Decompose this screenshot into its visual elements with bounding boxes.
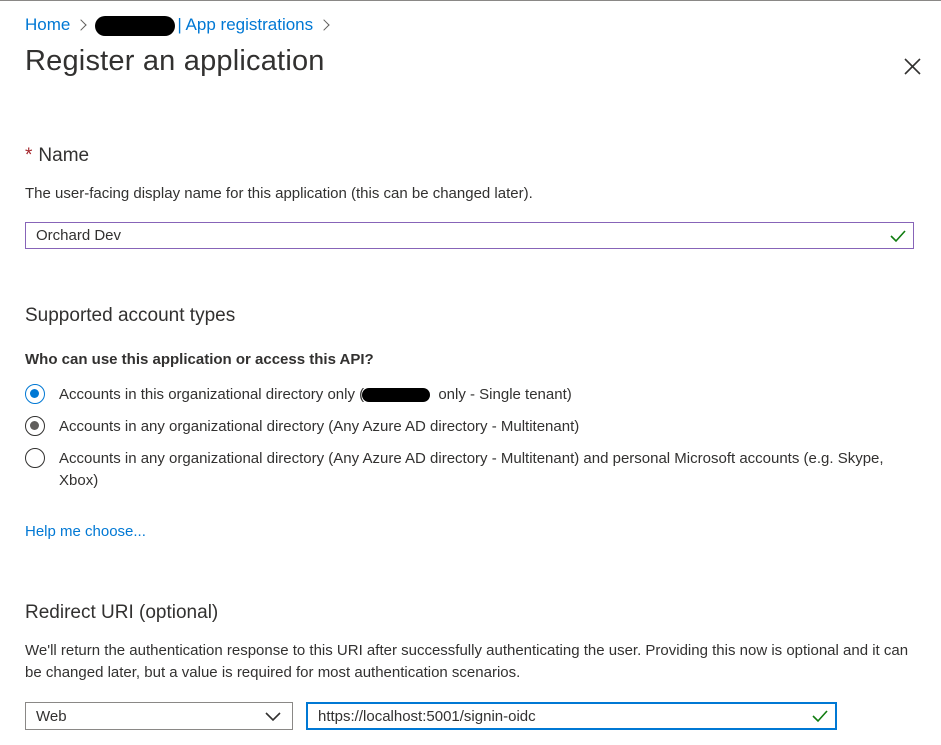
name-field-container	[25, 222, 914, 249]
top-border	[0, 0, 941, 1]
redirect-uri-description: We'll return the authentication response…	[25, 642, 909, 681]
account-option-label: Accounts in any organizational directory…	[59, 450, 884, 489]
name-input[interactable]	[26, 223, 889, 248]
account-option-label-start: Accounts in this organizational director…	[59, 386, 365, 403]
chevron-down-icon	[265, 712, 281, 722]
account-types-heading: Supported account types	[25, 305, 236, 326]
radio-button-hover[interactable]	[25, 416, 45, 436]
account-option-single-tenant[interactable]: Accounts in this organizational director…	[25, 384, 909, 406]
redacted-directory-name	[362, 388, 431, 403]
required-marker: *	[25, 145, 33, 166]
close-icon	[904, 58, 921, 75]
page-title: Register an application	[25, 45, 325, 77]
name-heading: * Name	[25, 145, 89, 167]
redirect-uri-input[interactable]	[308, 704, 811, 728]
chevron-right-icon	[318, 19, 330, 31]
close-button[interactable]	[900, 54, 926, 80]
checkmark-icon	[812, 710, 828, 723]
breadcrumb-app-registrations[interactable]: | App registrations	[177, 15, 313, 35]
breadcrumb: Home | App registrations	[25, 14, 338, 36]
account-option-label: Accounts in this organizational director…	[59, 384, 909, 406]
chevron-right-icon	[75, 19, 88, 31]
name-heading-label: Name	[38, 145, 90, 166]
account-option-label: Accounts in any organizational directory…	[59, 418, 580, 435]
platform-select[interactable]: Web	[25, 702, 293, 730]
breadcrumb-home[interactable]: Home	[25, 15, 70, 35]
help-me-choose-link[interactable]: Help me choose...	[25, 523, 146, 540]
redirect-uri-container	[306, 702, 837, 730]
redirect-uri-heading: Redirect URI (optional)	[25, 602, 219, 623]
radio-button-unselected[interactable]	[25, 448, 45, 468]
radio-button-selected[interactable]	[25, 384, 45, 404]
checkmark-icon	[890, 229, 906, 242]
account-option-multitenant-personal[interactable]: Accounts in any organizational directory…	[25, 448, 909, 492]
account-option-label-end: only - Single tenant)	[434, 386, 572, 403]
redacted-tenant-name	[95, 16, 176, 36]
platform-select-value: Web	[36, 707, 67, 725]
account-option-multitenant[interactable]: Accounts in any organizational directory…	[25, 416, 909, 438]
name-description: The user-facing display name for this ap…	[25, 185, 533, 202]
account-types-question: Who can use this application or access t…	[25, 351, 374, 368]
